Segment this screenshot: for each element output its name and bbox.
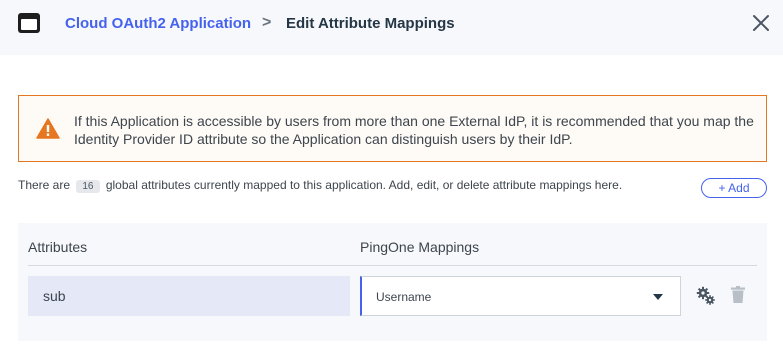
chevron-down-icon [653, 294, 663, 300]
modal-header: Cloud OAuth2 Application > Edit Attribut… [0, 0, 783, 55]
delete-trash-icon[interactable] [731, 286, 745, 309]
info-prefix: There are [18, 178, 71, 192]
application-icon [18, 13, 40, 33]
attributes-column-header: Attributes [28, 239, 88, 255]
breadcrumb-application-link[interactable]: Cloud OAuth2 Application [65, 15, 251, 32]
info-suffix: global attributes currently mapped to th… [105, 178, 623, 192]
warning-banner: If this Application is accessible by use… [18, 95, 767, 162]
attribute-mappings-panel: Attributes PingOne Mappings sub Username [18, 223, 767, 341]
add-mapping-button[interactable]: + Add [701, 178, 767, 198]
close-icon[interactable] [750, 12, 772, 34]
warning-icon [36, 118, 60, 144]
mapping-count-badge: 16 [76, 180, 100, 193]
pingone-mappings-column-header: PingOne Mappings [360, 239, 480, 255]
advanced-settings-gear-icon[interactable] [696, 286, 716, 311]
pingone-mapping-select[interactable]: Username [360, 276, 681, 316]
divider [28, 265, 757, 266]
mapping-count-text: There are 16 global attributes currently… [18, 178, 622, 193]
breadcrumb-separator-chevron-icon: > [262, 14, 272, 31]
attribute-name-field[interactable]: sub [28, 276, 350, 316]
page-title: Edit Attribute Mappings [286, 15, 455, 32]
warning-message: If this Application is accessible by use… [74, 113, 754, 147]
selected-mapping-value: Username [376, 290, 432, 304]
